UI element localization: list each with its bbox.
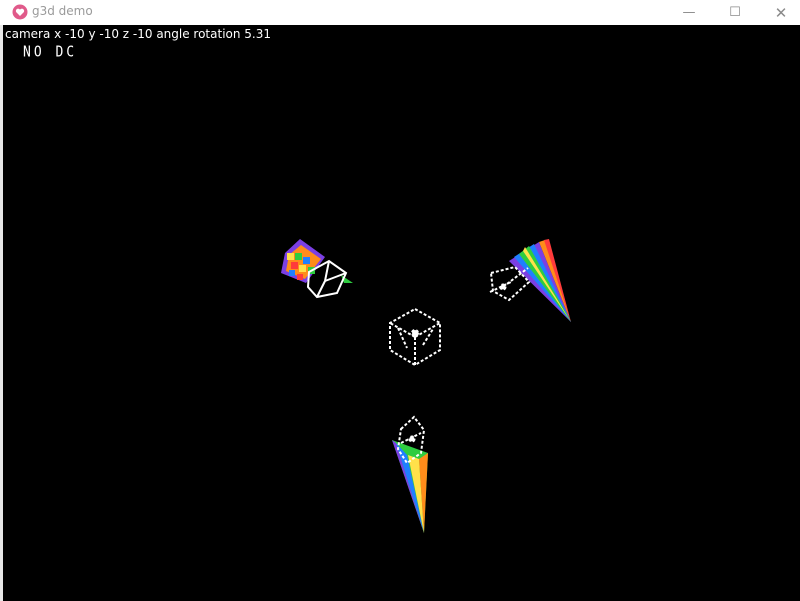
maximize-button[interactable]: ☐	[712, 0, 758, 25]
render-viewport[interactable]: camera x -10 y -10 z -10 angle rotation …	[3, 25, 800, 601]
window-titlebar[interactable]: g3d demo — ☐ ✕	[0, 0, 800, 25]
window-title: g3d demo	[32, 4, 93, 18]
bottom-rainbow-fan	[392, 415, 428, 533]
center-cube	[389, 307, 441, 367]
upper-left-object	[281, 239, 353, 299]
3d-scene	[281, 239, 571, 533]
close-button[interactable]: ✕	[758, 0, 800, 25]
heart-app-icon	[12, 4, 28, 20]
minimize-button[interactable]: —	[666, 0, 712, 25]
right-rainbow-fan	[489, 239, 571, 322]
